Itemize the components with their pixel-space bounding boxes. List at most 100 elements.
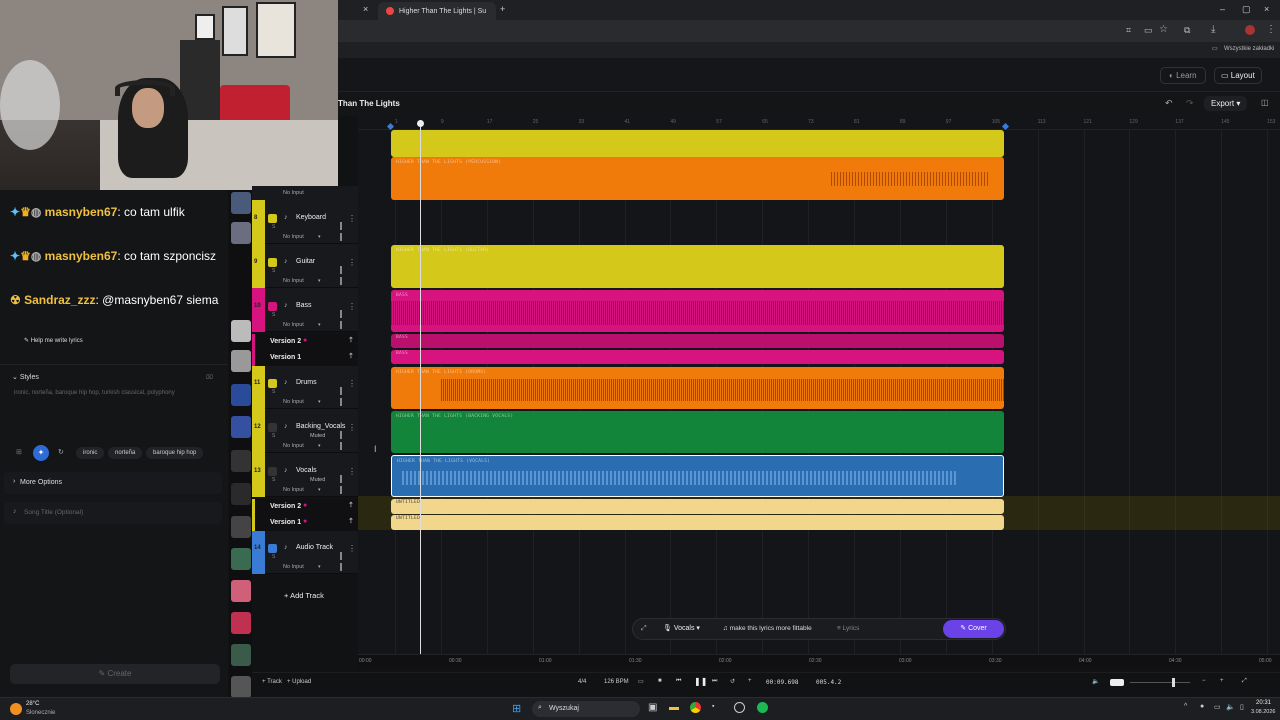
volume-icon[interactable]: 🔈 — [1092, 678, 1099, 685]
song-thumbnail[interactable] — [231, 644, 251, 666]
bar-ruler[interactable]: 1 9 17 25 33 41 49 57 65 73 81 89 97 105 113 121 129 137 1… — [358, 116, 1280, 130]
volume-fader[interactable] — [340, 222, 342, 230]
refresh-icon[interactable]: ↻ — [58, 448, 64, 456]
track-name[interactable]: Drums — [296, 379, 317, 386]
song-thumbnail[interactable] — [231, 222, 251, 244]
time-signature[interactable]: 4/4 — [578, 679, 586, 685]
audio-clip-bass-v2[interactable]: BASS — [391, 334, 1004, 348]
audio-clip-vocals[interactable]: HIGHER THAN THE LIGHTS (VOCALS) — [391, 455, 1004, 497]
upload-arrow-icon[interactable]: ⇡ — [348, 352, 354, 360]
song-thumbnail[interactable] — [231, 676, 251, 698]
speaker-icon[interactable] — [268, 423, 277, 432]
magic-wand-icon[interactable]: ✦ — [33, 445, 49, 461]
panel-toggle-icon[interactable]: ◫ — [1261, 98, 1269, 107]
volume-slider[interactable] — [1110, 679, 1124, 686]
more-options-row[interactable]: › More Options — [4, 472, 222, 494]
song-thumbnail[interactable] — [231, 612, 251, 634]
lyrics-input[interactable]: ≡ Lyrics — [837, 625, 859, 632]
battery-icon[interactable]: ▯ — [1240, 703, 1244, 711]
spotify-icon[interactable] — [757, 702, 768, 713]
undo-icon[interactable]: ↶ — [1165, 98, 1173, 109]
clock-time[interactable]: 20:31 — [1256, 700, 1271, 706]
upload-button[interactable]: + Upload — [287, 679, 311, 685]
audio-clip-bass-v1[interactable]: BASS — [391, 350, 1004, 364]
input-select[interactable]: No Input — [283, 399, 304, 405]
app-icon[interactable]: ▪ — [712, 703, 714, 710]
input-select[interactable]: No Input — [283, 278, 304, 284]
metronome-icon[interactable]: ▭ — [638, 678, 644, 685]
volume-fader[interactable] — [340, 266, 342, 274]
song-thumbnail[interactable] — [231, 320, 251, 342]
cover-button[interactable]: ✎ Cover — [943, 620, 1004, 638]
audio-clip-backing-vocals[interactable]: HIGHER THAN THE LIGHTS (BACKING VOCALS) — [391, 411, 1004, 453]
song-thumbnail[interactable] — [231, 450, 251, 472]
song-title-field[interactable]: ♪ Song Title (Optional) — [4, 502, 222, 524]
new-tab-icon[interactable]: + — [500, 4, 505, 14]
track-menu-icon[interactable]: ⋮ — [348, 544, 356, 553]
weather-temp[interactable]: 28°C — [26, 701, 39, 707]
pan-fader[interactable] — [340, 233, 342, 241]
network-icon[interactable]: ▭ — [1214, 703, 1221, 711]
track-header[interactable]: 14 ♪ Audio Track ⋮ S No Input ▾ — [252, 530, 358, 574]
input-select[interactable]: No Input — [283, 190, 304, 196]
solo-button[interactable]: S — [272, 312, 275, 318]
track-header[interactable]: 10 ♪ Bass ⋮ S No Input ▾ — [252, 288, 358, 332]
pan-fader[interactable] — [340, 321, 342, 329]
solo-button[interactable]: S — [272, 554, 275, 560]
download-icon[interactable]: ⤓ — [1211, 24, 1215, 35]
tempo-display[interactable]: 126 BPM — [604, 679, 629, 685]
upload-arrow-icon[interactable]: ⇡ — [348, 336, 354, 344]
input-select[interactable]: No Input — [283, 564, 304, 570]
audio-clip-drums[interactable]: HIGHER THAN THE LIGHTS (DRUMS) — [391, 367, 1004, 409]
add-marker-icon[interactable]: + — [748, 678, 752, 684]
track-header[interactable]: 11 ♪ Drums ⋮ S No Input ▾ — [252, 365, 358, 409]
version-row[interactable]: Version 1 ● ⇡ — [252, 515, 358, 531]
styles-clear-icon[interactable]: ⌧ — [206, 374, 213, 381]
zoom-in-icon[interactable]: + — [1220, 678, 1224, 684]
track-header[interactable]: 9 ♪ Guitar ⋮ S No Input ▾ — [252, 244, 358, 288]
solo-button[interactable]: S — [272, 433, 275, 439]
zoom-out-icon[interactable]: − — [1202, 678, 1206, 684]
tray-chevron-icon[interactable]: ^ — [1184, 703, 1187, 710]
styles-header[interactable]: ⌄ Styles — [12, 373, 39, 381]
styles-input[interactable]: ironic, norteña, baroque hip hop, turkis… — [14, 390, 214, 396]
extensions-icon[interactable]: ⧉ — [1184, 25, 1190, 36]
speaker-icon[interactable] — [268, 379, 277, 388]
solo-button[interactable]: S — [272, 389, 275, 395]
fit-icon[interactable]: ⤢ — [1242, 678, 1247, 685]
maximize-icon[interactable]: ▢ — [1242, 4, 1251, 15]
song-thumbnail[interactable] — [231, 580, 251, 602]
audio-clip-untitled-v2[interactable]: UNTITLED — [391, 499, 1004, 514]
song-thumbnail[interactable] — [231, 516, 251, 538]
song-thumbnail[interactable] — [231, 483, 251, 505]
track-name[interactable]: Guitar — [296, 258, 315, 265]
track-name[interactable]: Keyboard — [296, 214, 326, 221]
song-thumbnail[interactable] — [231, 416, 251, 438]
pan-fader[interactable] — [340, 442, 342, 450]
volume-tray-icon[interactable]: 🔈 — [1226, 703, 1235, 711]
speaker-icon[interactable] — [268, 544, 277, 553]
song-thumbnail[interactable] — [231, 548, 251, 570]
cast-icon[interactable]: ▭ — [1144, 25, 1153, 36]
volume-fader[interactable] — [340, 475, 342, 483]
upload-arrow-icon[interactable]: ⇡ — [348, 501, 354, 509]
all-bookmarks-link[interactable]: Wszystkie zakładki — [1224, 46, 1274, 52]
target-track-select[interactable]: 🎙 Vocals ▾ — [663, 624, 700, 632]
minimize-icon[interactable]: – — [1220, 4, 1225, 14]
create-button[interactable]: ✎ Create — [10, 664, 220, 684]
speaker-icon[interactable] — [268, 302, 277, 311]
add-track-button[interactable]: + Add Track — [284, 591, 324, 600]
expand-icon[interactable]: ⤢ — [641, 625, 647, 633]
volume-fader[interactable] — [340, 552, 342, 560]
pan-fader[interactable] — [340, 486, 342, 494]
playhead-handle[interactable] — [417, 120, 424, 127]
style-chip[interactable]: norteña — [108, 447, 143, 459]
add-track-mini-button[interactable]: + Track — [262, 679, 282, 685]
track-menu-icon[interactable]: ⋮ — [348, 214, 356, 223]
input-select[interactable]: No Input — [283, 443, 304, 449]
rewind-icon[interactable]: ⏮ — [676, 678, 681, 685]
clock-date[interactable]: 3.08.2026 — [1251, 709, 1275, 715]
pause-icon[interactable]: ❚❚ — [694, 677, 707, 686]
speaker-icon[interactable] — [268, 214, 277, 223]
close-window-icon[interactable]: × — [1264, 4, 1269, 14]
